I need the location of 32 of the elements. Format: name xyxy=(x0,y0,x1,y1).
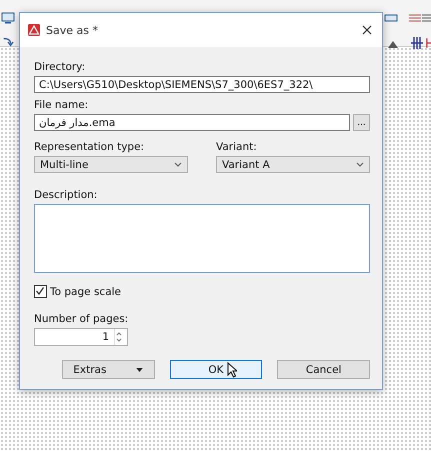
to-page-scale-checkbox[interactable] xyxy=(34,285,47,298)
file-name-field[interactable]: مدار فرمان.ema xyxy=(34,114,350,131)
lines-icon[interactable] xyxy=(408,12,422,24)
arrow-icon[interactable] xyxy=(1,36,15,48)
chevron-down-icon xyxy=(174,162,182,167)
browse-button[interactable]: ... xyxy=(353,114,370,131)
field-label: Description: xyxy=(34,189,98,201)
lines-icon[interactable] xyxy=(421,12,431,24)
representation-type-dropdown[interactable]: Multi-line xyxy=(34,156,188,173)
variant-dropdown[interactable]: Variant A xyxy=(216,156,370,173)
description-field[interactable] xyxy=(34,204,370,273)
checkbox-label: To page scale xyxy=(50,286,122,298)
directory-field[interactable]: C:\Users\G510\Desktop\SIEMENS\S7_300\6ES7_322\ xyxy=(34,76,370,93)
monitor-icon[interactable] xyxy=(1,12,15,24)
field-label: Variant: xyxy=(216,141,257,153)
field-label: File name: xyxy=(34,99,88,111)
bars-icon[interactable] xyxy=(410,36,424,50)
close-icon[interactable] xyxy=(362,25,372,35)
dialog-button[interactable]: Cancel xyxy=(277,360,370,379)
field-label: Directory: xyxy=(34,61,86,73)
extras-menu-button[interactable]: Extras xyxy=(62,360,155,379)
mouse-cursor-icon xyxy=(227,362,237,378)
window-title: Save as * xyxy=(46,24,98,36)
caret-icon xyxy=(136,368,144,372)
field-label: Representation type: xyxy=(34,141,144,153)
window-icon[interactable] xyxy=(384,12,398,24)
chevron-down-icon xyxy=(356,162,364,167)
number-of-pages-spinner[interactable]: 1 xyxy=(34,328,128,346)
dialog-button[interactable]: OK xyxy=(170,360,262,379)
up-down-arrows-icon[interactable] xyxy=(115,331,123,343)
warning-triangle-icon xyxy=(28,24,40,36)
field-label: Number of pages: xyxy=(34,313,128,325)
